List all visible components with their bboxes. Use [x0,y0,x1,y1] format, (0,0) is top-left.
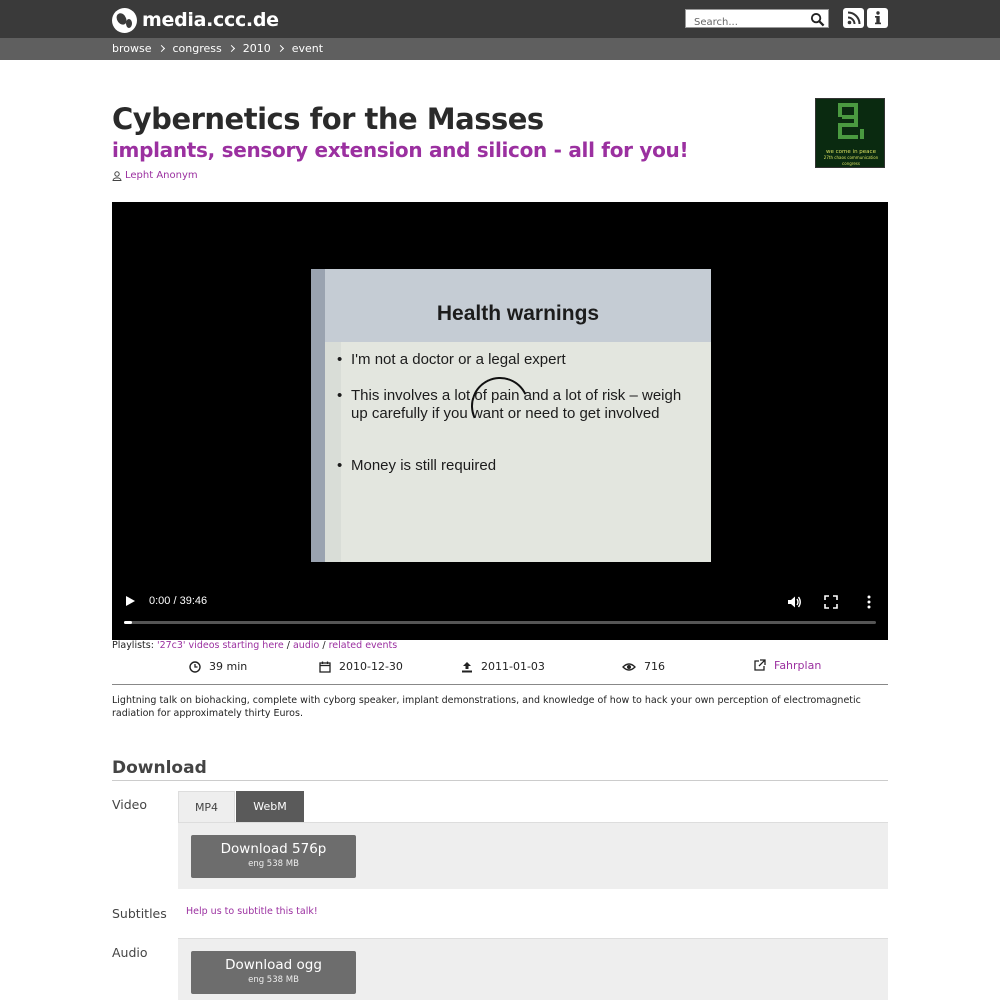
tab-webm[interactable]: WebM [236,791,304,822]
video-label: Video [112,797,148,812]
conference-thumbnail[interactable]: we come in peace 27th chaos communicatio… [815,98,885,168]
play-icon[interactable] [126,596,135,606]
slide-title: Health warnings [436,302,600,325]
download-audio-button[interactable]: Download ogg eng 538 MB [191,951,356,994]
slide-bullet: • I'm not a doctor or a legal expert [337,351,566,368]
event-description: Lightning talk on biohacking, complete w… [112,695,861,719]
playlist-link-27c3[interactable]: '27c3' videos starting here [157,640,284,651]
release-date: 2011-01-03 [461,660,545,673]
search-box [685,9,829,31]
breadcrumb-year[interactable]: 2010 [243,42,271,55]
view-count: 716 [622,660,665,673]
subtitles-label: Subtitles [112,906,167,921]
event-meta: 39 min 2010-12-30 2011-01-03 716 Fahrpla… [112,658,888,678]
playlist-link-audio[interactable]: audio [293,640,319,651]
user-icon [112,170,122,181]
chevron-right-icon [227,44,235,53]
views-value: 716 [644,660,665,673]
fahrplan-link-text[interactable]: Fahrplan [774,659,821,672]
download-video-button[interactable]: Download 576p eng 538 MB [191,835,356,878]
breadcrumb-event: event [291,42,324,55]
rss-button[interactable] [843,8,864,28]
calendar-icon [319,661,331,673]
breadcrumb: browse congress 2010 event [112,42,323,55]
video-controls: 0:00 / 39:46 [112,588,888,640]
breadcrumb-congress[interactable]: congress [173,42,222,55]
tab-mp4[interactable]: MP4 [178,791,235,822]
search-input[interactable] [686,14,804,31]
video-download-panel: Download 576p eng 538 MB [178,822,888,889]
eye-icon [622,662,636,671]
format-tabs: MP4 WebM [178,791,304,822]
progress-bar[interactable] [124,621,876,624]
playlist-link-related[interactable]: related events [329,640,398,651]
globe-logo-icon [112,7,137,33]
fullscreen-icon[interactable] [823,594,839,610]
volume-icon[interactable] [786,594,802,610]
divider [112,684,888,685]
top-navbar: media.ccc.de [0,0,1000,38]
audio-label: Audio [112,945,148,960]
clock-icon [189,660,201,673]
logo-text: media.ccc.de [142,9,279,31]
info-icon [874,11,881,25]
breadcrumb-bar: browse congress 2010 event [0,38,1000,60]
fahrplan-link[interactable]: Fahrplan [753,659,821,672]
subtitle-help-link[interactable]: Help us to subtitle this talk! [186,906,318,917]
speaker: Lepht Anonym [112,170,198,181]
breadcrumb-browse[interactable]: browse [112,42,152,55]
external-link-icon [754,659,766,671]
duration: 39 min [189,660,247,673]
upload-icon [462,661,472,672]
playlists: Playlists: '27c3' videos starting here /… [112,640,398,651]
thumbnail-caption: we come in peace 27th chaos communicatio… [823,149,879,166]
download-heading: Download [112,758,207,778]
chevron-right-icon [157,44,165,53]
more-options-icon[interactable] [861,594,877,610]
event-subtitle: implants, sensory extension and silicon … [112,138,689,162]
duration-value: 39 min [209,660,248,673]
progress-fill [124,621,132,624]
audio-download-panel: Download ogg eng 538 MB [178,938,888,1000]
playlists-label: Playlists: [112,640,154,651]
event-date: 2010-12-30 [319,660,403,673]
date-value: 2010-12-30 [339,660,403,673]
info-button[interactable] [867,8,888,28]
site-logo[interactable]: media.ccc.de [112,7,279,33]
speaker-link[interactable]: Lepht Anonym [125,170,198,181]
release-value: 2011-01-03 [481,660,545,673]
time-display: 0:00 / 39:46 [149,595,208,607]
rss-icon [847,11,860,25]
divider [112,780,888,781]
chevron-right-icon [276,44,284,53]
event-title: Cybernetics for the Masses [112,102,544,136]
search-icon[interactable] [810,12,825,27]
slide-bullet: • Money is still required [337,457,497,474]
video-player[interactable]: Health warnings • I'm not a doctor or a l… [112,202,888,640]
